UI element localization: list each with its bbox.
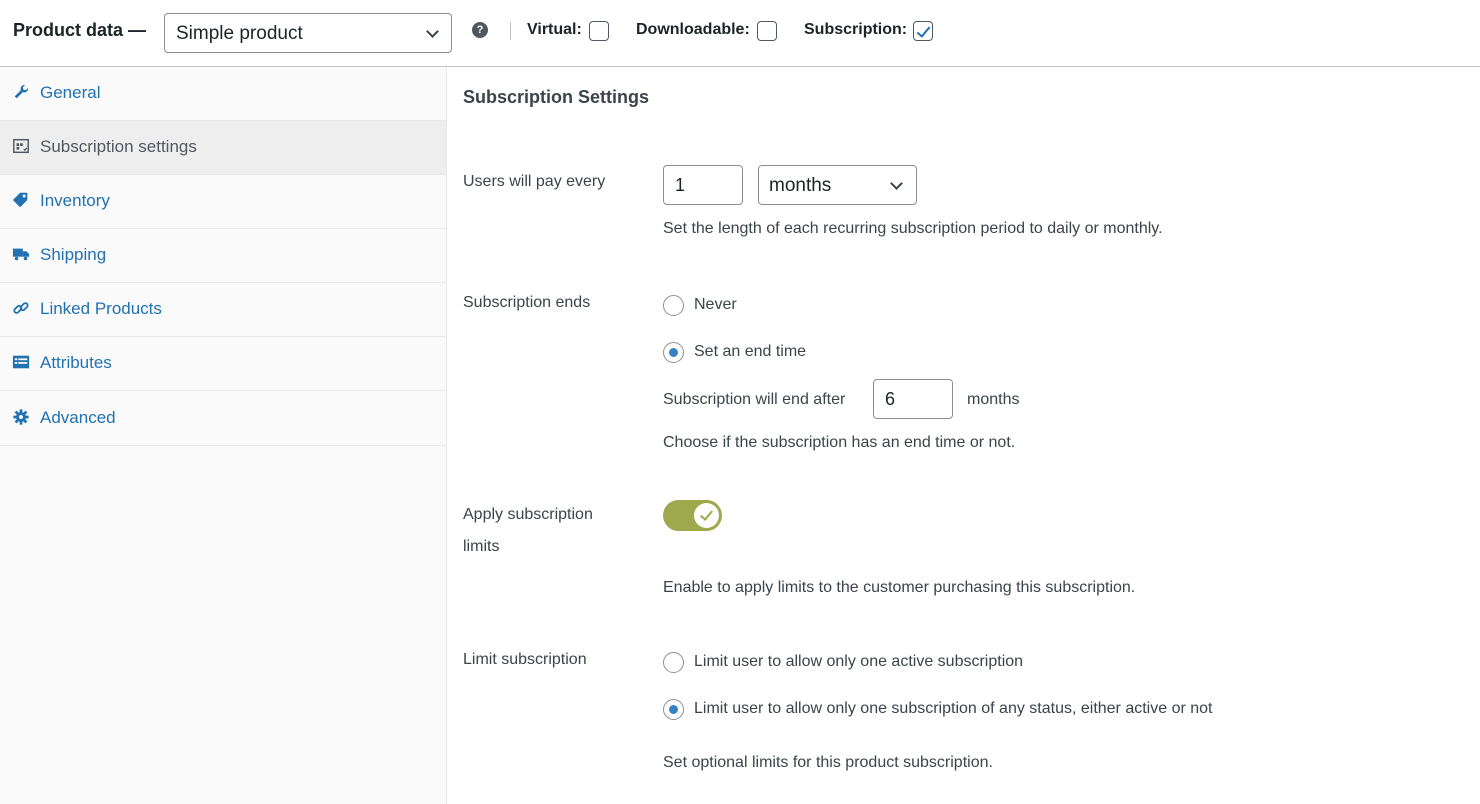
product-data-tabs: General Subscription settings Inventory … xyxy=(0,67,447,804)
end-after-input[interactable]: 6 xyxy=(873,379,953,419)
tab-general[interactable]: General xyxy=(0,67,446,121)
ends-never-label: Never xyxy=(694,296,737,313)
tab-general-label: General xyxy=(40,83,101,102)
product-type-select[interactable]: Simple product xyxy=(164,13,452,53)
tab-attributes[interactable]: Attributes xyxy=(0,337,446,391)
gear-icon xyxy=(13,409,29,425)
product-data-title: Product data — xyxy=(13,20,147,40)
pay-interval-input[interactable]: 1 xyxy=(663,165,743,205)
chevron-down-icon xyxy=(426,25,439,38)
tab-inventory-label: Inventory xyxy=(40,191,110,210)
virtual-label: Virtual: xyxy=(527,21,582,38)
link-icon xyxy=(13,302,29,314)
apply-limits-label-line2: limits xyxy=(463,538,500,555)
pay-period-value: months xyxy=(769,175,832,196)
limit-subscription-label: Limit subscription xyxy=(463,651,587,668)
pay-every-label: Users will pay every xyxy=(463,173,606,190)
subscription-ends-label: Subscription ends xyxy=(463,294,591,311)
truck-icon xyxy=(12,248,30,261)
tab-attributes-label: Attributes xyxy=(40,353,112,372)
wrench-icon xyxy=(14,84,29,99)
ends-end-time-radio[interactable] xyxy=(663,342,684,363)
ends-never-radio[interactable] xyxy=(663,295,684,316)
limit-subscription-description: Set optional limits for this product sub… xyxy=(663,754,993,771)
tab-shipping-label: Shipping xyxy=(40,245,107,264)
header-divider xyxy=(510,22,511,40)
tab-advanced[interactable]: Advanced xyxy=(0,392,446,446)
calendar-icon xyxy=(13,138,29,154)
tab-subscription-settings-label: Subscription settings xyxy=(40,137,197,156)
product-data-header: Product data — Simple product ? Virtual:… xyxy=(0,0,1480,67)
tab-linked-products[interactable]: Linked Products xyxy=(0,283,446,337)
tab-advanced-label: Advanced xyxy=(40,408,116,427)
limit-any-status-radio[interactable] xyxy=(663,699,684,720)
end-after-label: Subscription will end after xyxy=(663,391,846,408)
tab-inventory[interactable]: Inventory xyxy=(0,175,446,229)
apply-limits-label-line1: Apply subscription xyxy=(463,506,593,523)
check-icon xyxy=(694,503,719,528)
tab-linked-products-label: Linked Products xyxy=(40,299,162,318)
end-after-unit: months xyxy=(967,391,1020,408)
apply-limits-toggle[interactable] xyxy=(663,500,722,531)
limit-active-label: Limit user to allow only one active subs… xyxy=(694,653,1024,670)
subscription-label: Subscription: xyxy=(804,21,908,38)
apply-limits-description: Enable to apply limits to the customer p… xyxy=(663,579,1136,596)
section-title: Subscription Settings xyxy=(463,87,650,107)
ends-end-time-label: Set an end time xyxy=(694,343,807,360)
subscription-settings-panel: Subscription Settings Users will pay eve… xyxy=(448,67,1480,804)
downloadable-checkbox[interactable] xyxy=(757,21,777,41)
product-type-value: Simple product xyxy=(176,23,303,44)
tag-icon xyxy=(12,192,28,208)
tab-shipping[interactable]: Shipping xyxy=(0,229,446,283)
subscription-checkbox[interactable] xyxy=(913,21,933,41)
question-icon[interactable]: ? xyxy=(472,22,488,38)
virtual-checkbox[interactable] xyxy=(589,21,609,41)
limit-active-radio[interactable] xyxy=(663,652,684,673)
chevron-down-icon xyxy=(890,177,903,190)
limit-any-status-label: Limit user to allow only one subscriptio… xyxy=(694,700,1213,717)
tab-subscription-settings[interactable]: Subscription settings xyxy=(0,121,446,175)
pay-every-description: Set the length of each recurring subscri… xyxy=(663,220,1163,237)
list-icon xyxy=(12,355,30,369)
subscription-ends-description: Choose if the subscription has an end ti… xyxy=(663,434,1016,451)
downloadable-label: Downloadable: xyxy=(636,21,750,38)
pay-period-select[interactable]: months xyxy=(758,165,917,205)
